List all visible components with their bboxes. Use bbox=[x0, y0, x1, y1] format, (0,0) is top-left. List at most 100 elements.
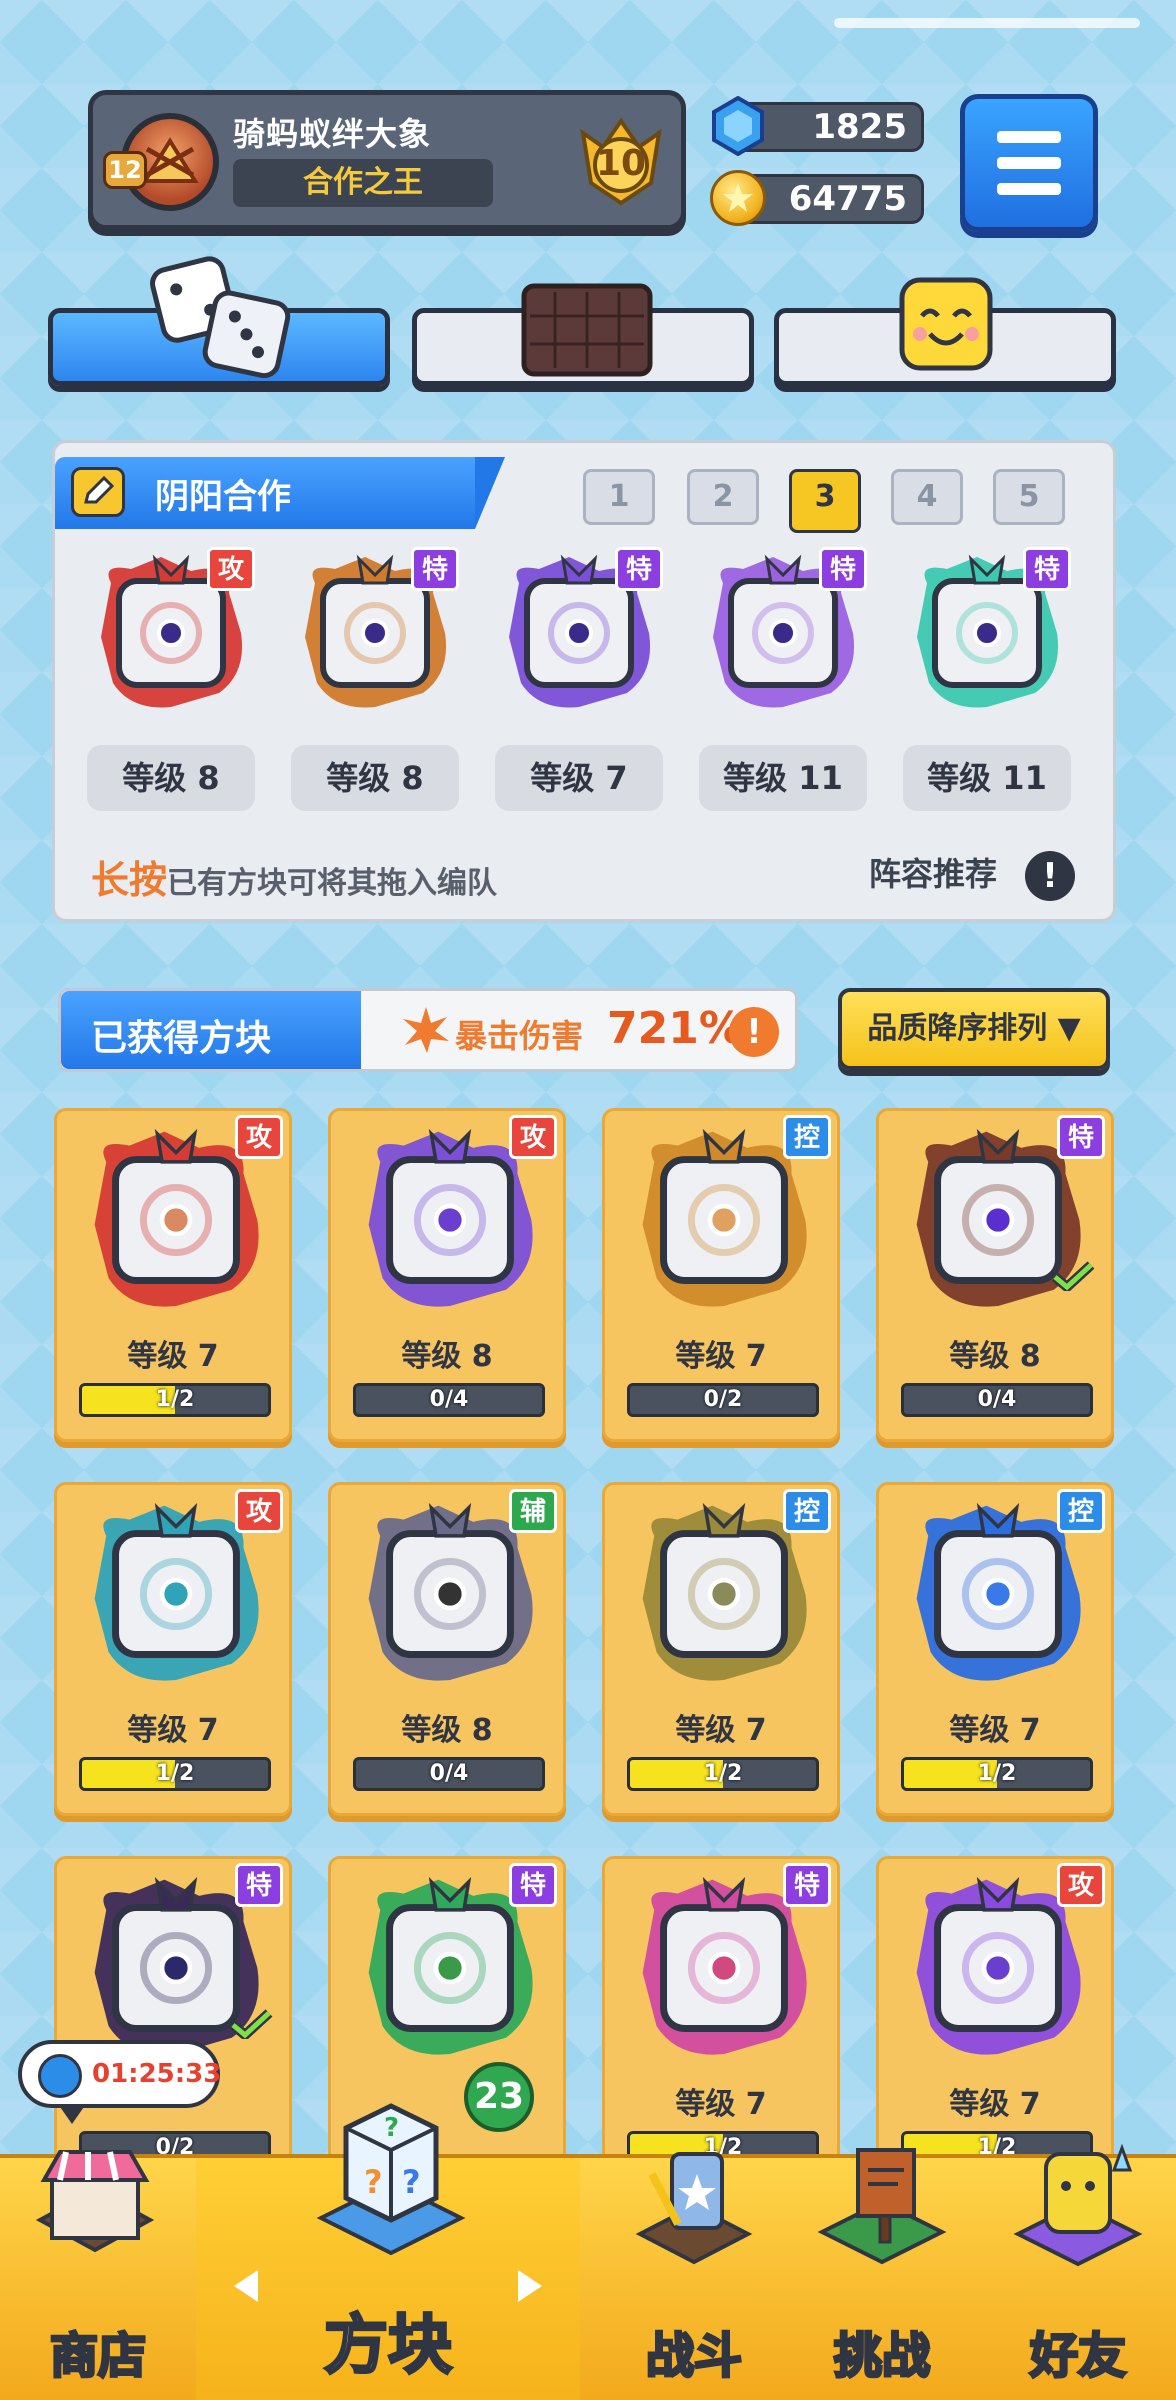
dice-type-badge: 特 bbox=[235, 1863, 283, 1907]
nav-challenge[interactable]: 挑战 bbox=[784, 2148, 980, 2400]
dice-type-badge: 控 bbox=[1057, 1489, 1105, 1533]
nav-friends[interactable]: 好友 bbox=[980, 2143, 1176, 2400]
upgrade-progress-bar: 1/2 bbox=[901, 1757, 1093, 1791]
stopwatch-icon bbox=[38, 2054, 82, 2098]
dice-card[interactable]: 控等级 7 1/2 bbox=[876, 1482, 1114, 1816]
dice-level: 等级 7 bbox=[675, 2087, 767, 2122]
team-dice-2[interactable]: 特 bbox=[295, 547, 459, 713]
team-slot-1[interactable]: 1 bbox=[583, 469, 655, 525]
dice-type-badge: 特 bbox=[509, 1863, 557, 1907]
team-dice-4[interactable]: 特 bbox=[703, 547, 867, 713]
player-title: 合作之王 bbox=[233, 159, 493, 207]
crit-damage-value: 721% bbox=[607, 1003, 743, 1054]
upgrade-progress-bar: 0/4 bbox=[353, 1757, 545, 1791]
dice-card[interactable]: 特等级 8 0/4 bbox=[876, 1108, 1114, 1442]
player-name: 骑蚂蚁绊大象 bbox=[233, 115, 432, 153]
dice-type-badge: 攻 bbox=[207, 547, 255, 591]
team-slot-4[interactable]: 4 bbox=[891, 469, 963, 525]
edit-icon[interactable] bbox=[71, 467, 125, 517]
dice-level: 等级 8 bbox=[401, 1339, 493, 1374]
menu-icon bbox=[997, 131, 1061, 143]
nav-shop[interactable]: 商店 bbox=[0, 2150, 196, 2400]
dice-type-badge: 攻 bbox=[509, 1115, 557, 1159]
team-slot-5[interactable]: 5 bbox=[993, 469, 1065, 525]
nav-dice[interactable]: ? ? ? 方块 bbox=[196, 2103, 580, 2400]
nav-battle[interactable]: 战斗 bbox=[596, 2152, 792, 2400]
recommend-lineup-button[interactable]: 阵容推荐 bbox=[869, 849, 997, 895]
dice-card[interactable]: 攻等级 7 1/2 bbox=[54, 1482, 292, 1816]
dice-type-badge: 特 bbox=[1023, 547, 1071, 591]
coin-icon bbox=[710, 170, 766, 226]
sort-button[interactable]: 品质降序排列 ▼ bbox=[838, 988, 1110, 1070]
profile-card[interactable]: 12 骑蚂蚁绊大象 合作之王 10 bbox=[88, 90, 686, 230]
team-dice-1[interactable]: 攻 bbox=[91, 547, 255, 713]
dice-level: 等级 7 bbox=[127, 1339, 219, 1374]
nav-shop-label: 商店 bbox=[48, 2327, 147, 2386]
dice-level: 等级 8 bbox=[401, 1713, 493, 1748]
dice-level: 等级 7 bbox=[949, 2087, 1041, 2122]
dice-type-badge: 特 bbox=[1057, 1115, 1105, 1159]
nav-dice-label: 方块 bbox=[323, 2308, 454, 2385]
nav-battle-label: 战斗 bbox=[644, 2327, 743, 2386]
upgrade-progress-bar: 0/4 bbox=[901, 1383, 1093, 1417]
dice-level: 等级 7 bbox=[949, 1713, 1041, 1748]
refresh-timer: 01:25:33 bbox=[18, 2040, 221, 2124]
dice-card[interactable]: 攻等级 7 1/2 bbox=[54, 1108, 292, 1442]
dice-card[interactable]: 辅等级 8 0/4 bbox=[328, 1482, 566, 1816]
menu-button[interactable] bbox=[960, 94, 1098, 232]
friends-icon bbox=[1010, 2140, 1146, 2276]
dice-card[interactable]: 攻等级 8 0/4 bbox=[328, 1108, 566, 1442]
board-icon bbox=[520, 282, 654, 378]
dice-type-badge: 辅 bbox=[509, 1489, 557, 1533]
crit-burst-icon bbox=[401, 1005, 451, 1055]
team-dice-level: 等级 8 bbox=[87, 745, 255, 811]
upgrade-progress-bar: 1/2 bbox=[79, 1383, 271, 1417]
rank-number: 10 bbox=[595, 143, 647, 184]
dice-type-badge: 控 bbox=[783, 1489, 831, 1533]
crit-info-icon[interactable]: ! bbox=[729, 1007, 779, 1057]
hint-highlight: 长按 bbox=[91, 858, 168, 902]
dice-card[interactable]: 控等级 7 1/2 bbox=[602, 1482, 840, 1816]
svg-text:?: ? bbox=[384, 2113, 399, 2143]
dice-level: 等级 7 bbox=[675, 1339, 767, 1374]
team-slot-3[interactable]: 3 bbox=[789, 469, 861, 533]
challenge-icon bbox=[814, 2142, 950, 2276]
team-name: 阴阳合作 bbox=[155, 477, 291, 517]
progress-text: 0/4 bbox=[429, 1387, 469, 1412]
owned-title: 已获得方块 bbox=[91, 1018, 272, 1059]
team-header: 阴阳合作 bbox=[55, 457, 505, 529]
svg-text:?: ? bbox=[364, 2163, 383, 2201]
dice-card[interactable]: 特等级 7 1/2 bbox=[602, 1856, 840, 2190]
checkmark-icon bbox=[1051, 1261, 1095, 1294]
player-level-badge: 12 bbox=[103, 151, 147, 189]
dice-card[interactable]: 控等级 7 0/2 bbox=[602, 1108, 840, 1442]
dice-type-badge: 攻 bbox=[235, 1115, 283, 1159]
team-panel: 阴阳合作 1 2 3 4 5 长按已有方块可将其拖入编队 阵容推荐 ! 攻等级 … bbox=[52, 440, 1116, 922]
status-bar-pill bbox=[834, 18, 1140, 28]
team-slot-2[interactable]: 2 bbox=[687, 469, 759, 525]
info-icon[interactable]: ! bbox=[1025, 851, 1075, 901]
progress-text: 1/2 bbox=[977, 1761, 1017, 1786]
upgrade-progress-bar: 1/2 bbox=[79, 1757, 271, 1791]
checkmark-icon bbox=[229, 2009, 273, 2042]
upgrade-progress-bar: 0/4 bbox=[353, 1383, 545, 1417]
progress-text: 1/2 bbox=[155, 1387, 195, 1412]
dice-level: 等级 7 bbox=[127, 1713, 219, 1748]
progress-text: 1/2 bbox=[703, 1761, 743, 1786]
emoji-icon bbox=[898, 276, 994, 372]
upgrade-progress-bar: 0/2 bbox=[627, 1383, 819, 1417]
dice-type-badge: 特 bbox=[783, 1863, 831, 1907]
dice-level: 等级 7 bbox=[675, 1713, 767, 1748]
dice-count-badge: 23 bbox=[464, 2062, 534, 2132]
rank-badge-icon[interactable]: 10 bbox=[573, 113, 669, 209]
dice-type-badge: 特 bbox=[819, 547, 867, 591]
dice-type-badge: 攻 bbox=[235, 1489, 283, 1533]
shop-icon bbox=[30, 2140, 160, 2280]
team-dice-level: 等级 7 bbox=[495, 745, 663, 811]
svg-text:?: ? bbox=[402, 2163, 421, 2201]
dice-type-badge: 特 bbox=[615, 547, 663, 591]
dice-level: 等级 8 bbox=[949, 1339, 1041, 1374]
team-dice-3[interactable]: 特 bbox=[499, 547, 663, 713]
hint-rest: 已有方块可将其拖入编队 bbox=[167, 866, 498, 901]
team-dice-5[interactable]: 特 bbox=[907, 547, 1071, 713]
